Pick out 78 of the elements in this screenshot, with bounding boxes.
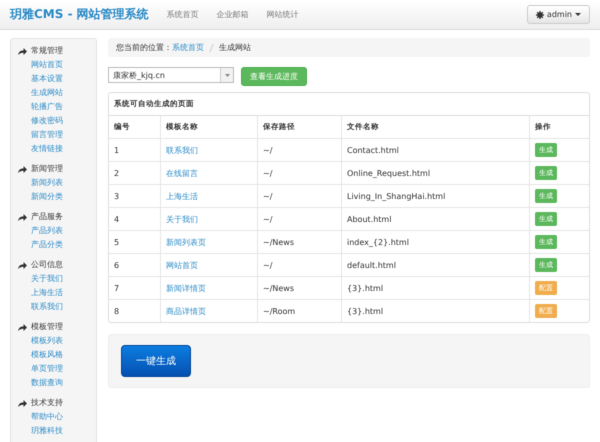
sidebar-item[interactable]: 网站首页 (18, 58, 96, 72)
sidebar-item[interactable]: 修改密码 (18, 114, 96, 128)
breadcrumb-link[interactable]: 系统首页 (172, 42, 204, 53)
sidebar-group-title: 技术支持 (31, 397, 63, 409)
breadcrumb-label: 您当前的位置： (116, 42, 172, 53)
sidebar-item[interactable]: 模板列表 (18, 334, 96, 348)
table-cell: ~/ (258, 138, 342, 162)
template-link[interactable]: 新闻列表页 (166, 238, 206, 246)
share-arrow-icon (18, 324, 27, 330)
table-cell: 5 (109, 230, 160, 254)
sidebar-group-title: 公司信息 (31, 259, 63, 271)
table-cell: ~/ (258, 254, 342, 276)
sidebar-item[interactable]: 基本设置 (18, 72, 96, 86)
template-link[interactable]: 网站首页 (166, 260, 198, 270)
sidebar-item[interactable]: 新闻列表 (18, 176, 96, 190)
table-cell: Contact.html (342, 138, 530, 162)
table-cell: 4 (109, 208, 160, 230)
template-link[interactable]: 新闻详情页 (166, 284, 206, 292)
caret-icon (224, 74, 230, 76)
sidebar-item[interactable]: 联系我们 (18, 300, 96, 314)
generate-all-button[interactable]: 一键生成 (121, 345, 191, 377)
sidebar-group-title: 常规管理 (31, 45, 63, 57)
table-cell: Living_In_ShangHai.html (342, 184, 530, 208)
sidebar-group-title: 模板管理 (31, 321, 63, 333)
table-cell: About.html (342, 208, 530, 230)
table-cell: ~/Room (258, 300, 342, 322)
sidebar-item[interactable]: 上海生活 (18, 286, 96, 300)
table-cell: 1 (109, 138, 160, 162)
nav-link[interactable]: 网站统计 (266, 9, 299, 20)
caret-icon (575, 12, 581, 16)
sidebar-item[interactable]: 单页管理 (18, 362, 96, 376)
table-cell: default.html (342, 254, 530, 276)
sidebar-group-title: 新闻管理 (31, 163, 63, 175)
template-link[interactable]: 关于我们 (166, 214, 198, 224)
template-link[interactable]: 在线留言 (166, 168, 198, 178)
sidebar-item[interactable]: 产品列表 (18, 224, 96, 238)
sidebar-item[interactable]: 留言管理 (18, 128, 96, 142)
table-cell: {3}.html (342, 276, 530, 300)
table-cell: {3}.html (342, 300, 530, 322)
sidebar-item[interactable]: 生成网站 (18, 86, 96, 100)
sidebar-item[interactable]: 关于我们 (18, 272, 96, 286)
table-cell: 3 (109, 184, 160, 208)
table-cell: ~/News (258, 230, 342, 254)
share-arrow-icon (18, 262, 27, 268)
sidebar-item[interactable]: 产品分类 (18, 238, 96, 252)
table-cell: 6 (109, 254, 160, 276)
share-arrow-icon (18, 48, 27, 54)
user-menu-button[interactable]: admin (526, 5, 590, 24)
share-arrow-icon (18, 214, 27, 220)
table-cell: ~/ (258, 184, 342, 208)
template-link[interactable]: 上海生活 (166, 192, 198, 200)
breadcrumb-current: 生成网站 (219, 42, 251, 53)
sidebar-item[interactable]: 轮播广告 (18, 100, 96, 114)
table-cell: ~/ (258, 208, 342, 230)
brand-title[interactable]: 玥雅CMS - 网站管理系统 (10, 6, 149, 23)
sidebar-item[interactable]: 模板风格 (18, 348, 96, 362)
sidebar-group-title: 产品服务 (31, 211, 63, 223)
gear-icon (536, 10, 544, 18)
template-link[interactable]: 商品详情页 (166, 306, 206, 316)
template-link[interactable]: 联系我们 (166, 146, 198, 154)
table-cell: 7 (109, 276, 160, 300)
table-cell: 2 (109, 162, 160, 184)
nav-link[interactable]: 企业邮箱 (216, 9, 249, 20)
nav-link[interactable]: 系统首页 (166, 9, 199, 20)
table-cell: ~/News (258, 276, 342, 300)
table-cell: ~/ (258, 162, 342, 184)
sidebar-item[interactable]: 帮助中心 (18, 410, 96, 424)
site-select[interactable]: 康家桥_kjq.cn (108, 67, 234, 83)
progress-button[interactable]: 查看生成进度 (241, 67, 307, 86)
table-cell: index_{2}.html (342, 230, 530, 254)
sidebar-item[interactable]: 友情链接 (18, 142, 96, 156)
table-cell: Online_Request.html (342, 162, 530, 184)
sidebar-item[interactable]: 玥雅科技 (18, 424, 96, 438)
share-arrow-icon (18, 400, 27, 406)
share-arrow-icon (18, 166, 27, 172)
sidebar-item[interactable]: 新闻分类 (18, 190, 96, 204)
table-cell: 8 (109, 300, 160, 322)
sidebar-item[interactable]: 数据查询 (18, 376, 96, 390)
